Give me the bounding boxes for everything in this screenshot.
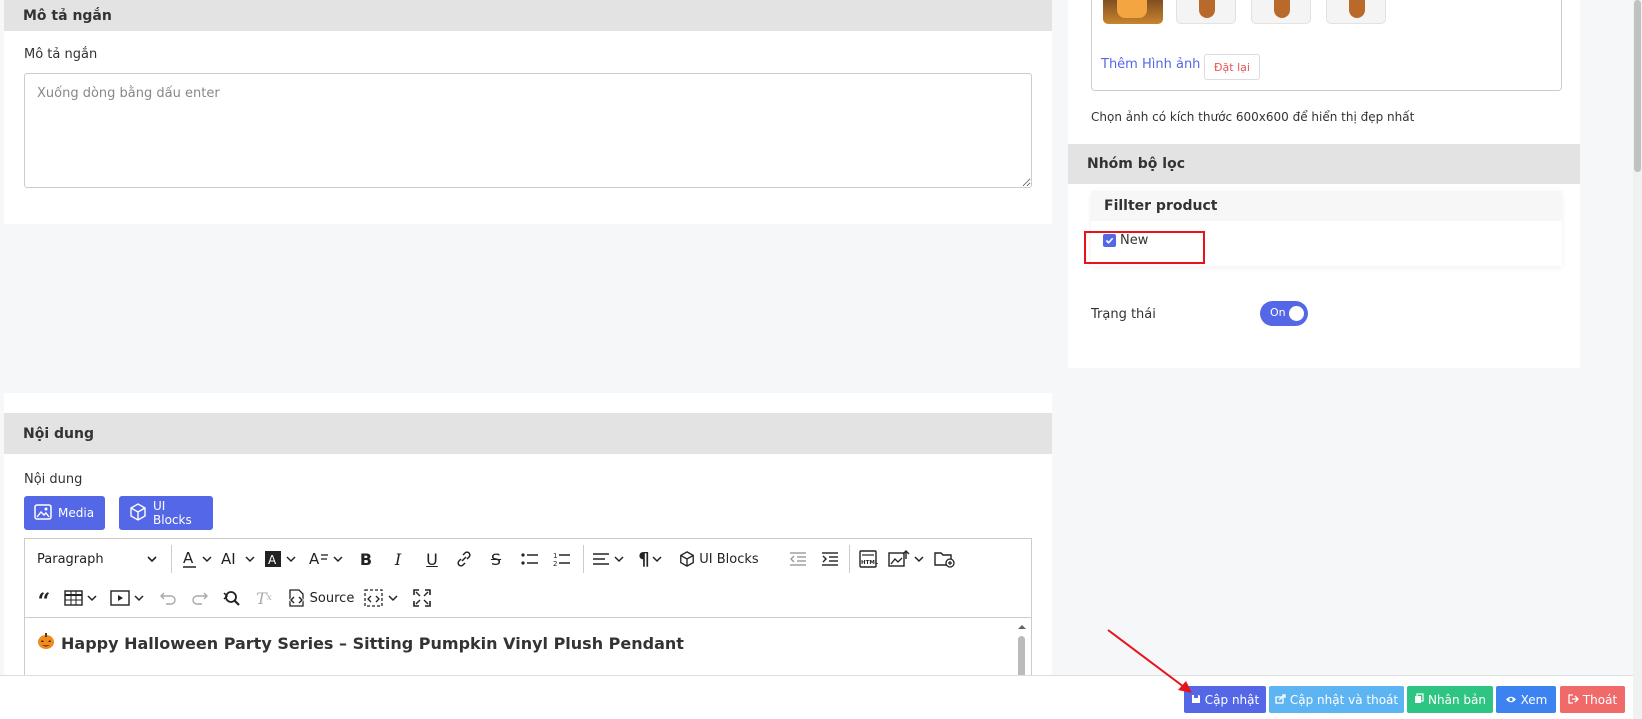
chevron-down-icon <box>147 554 157 564</box>
page-scrollbar[interactable] <box>1633 0 1642 719</box>
duplicate-button-label: Nhân bản <box>1428 692 1486 707</box>
content-header: Nội dung <box>4 413 1052 454</box>
redo-icon[interactable] <box>189 586 211 610</box>
content-card: Nội dung Nội dung Media UI Blocks Paragr… <box>4 393 1052 719</box>
content-label: Nội dung <box>24 472 83 487</box>
exit-button-label: Thoát <box>1582 692 1618 707</box>
ui-blocks-button[interactable]: UI Blocks <box>119 496 213 530</box>
source-code-icon <box>286 589 306 607</box>
find-replace-icon[interactable] <box>221 586 243 610</box>
source-label: Source <box>309 590 355 606</box>
paragraph-icon[interactable]: ¶ <box>631 547 671 571</box>
pumpkin-emoji-icon <box>37 632 55 654</box>
editor-heading: Happy Halloween Party Series – Sitting P… <box>37 632 684 654</box>
share-icon <box>1275 693 1286 707</box>
add-image-link[interactable]: Thêm Hình ảnh <box>1101 57 1200 72</box>
product-image-thumb[interactable] <box>1176 0 1236 24</box>
paragraph-format-select[interactable]: Paragraph <box>33 547 161 571</box>
status-toggle-knob <box>1289 306 1304 321</box>
duplicate-button[interactable]: Nhân bản <box>1407 686 1493 713</box>
product-image-thumb[interactable] <box>1251 0 1311 24</box>
undo-icon[interactable] <box>157 586 179 610</box>
update-button[interactable]: Cập nhật <box>1184 686 1266 713</box>
svg-text:AI: AI <box>221 550 236 568</box>
page-scrollbar-thumb[interactable] <box>1634 0 1641 172</box>
clear-formatting-icon[interactable]: Tx <box>253 586 275 610</box>
fullscreen-icon[interactable] <box>411 586 433 610</box>
view-button[interactable]: Xem <box>1496 686 1556 713</box>
editor-heading-text: Happy Halloween Party Series – Sitting P… <box>61 633 684 653</box>
short-description-header: Mô tả ngắn <box>4 0 1052 31</box>
font-size-icon[interactable]: AI <box>219 547 259 571</box>
link-icon[interactable] <box>453 547 475 571</box>
svg-text:A: A <box>309 550 320 568</box>
update-button-label: Cập nhật <box>1204 692 1260 707</box>
image-gallery: Thêm Hình ảnh Đặt lại <box>1091 0 1562 91</box>
exit-button[interactable]: Thoát <box>1560 686 1625 713</box>
indent-icon[interactable] <box>819 547 841 571</box>
underline-icon[interactable]: U <box>421 547 443 571</box>
svg-text:HTML: HTML <box>861 560 878 566</box>
action-bar: Cập nhật Cập nhật và thoát Nhân bản Xem … <box>0 675 1633 719</box>
svg-text:A: A <box>268 553 277 567</box>
font-color-icon[interactable]: A <box>179 547 217 571</box>
align-icon[interactable] <box>591 547 627 571</box>
view-button-label: Xem <box>1520 692 1548 707</box>
sign-out-icon <box>1568 693 1579 707</box>
eye-icon <box>1505 693 1517 707</box>
update-and-exit-button[interactable]: Cập nhật và thoát <box>1269 686 1404 713</box>
background-color-icon[interactable]: A <box>263 547 301 571</box>
bullet-list-icon[interactable] <box>519 547 541 571</box>
svg-text:2: 2 <box>553 560 557 567</box>
cube-icon <box>129 502 147 524</box>
save-icon <box>1191 693 1201 707</box>
update-and-exit-label: Cập nhật và thoát <box>1289 692 1399 707</box>
status-toggle-text: On <box>1270 306 1286 319</box>
sidebar-settings-card: Thêm Hình ảnh Đặt lại Chọn ảnh có kích t… <box>1068 0 1580 368</box>
font-family-icon[interactable]: A <box>307 547 347 571</box>
short-description-textarea[interactable] <box>24 73 1032 188</box>
svg-text:A: A <box>183 549 194 567</box>
media-embed-icon[interactable] <box>109 586 149 610</box>
media-button-label: Media <box>58 506 95 520</box>
ui-blocks-button-label: UI Blocks <box>153 499 192 527</box>
html-embed-icon[interactable]: HTML <box>857 547 879 571</box>
cube-icon <box>679 551 695 567</box>
product-image-thumb[interactable] <box>1326 0 1386 24</box>
status-label: Trạng thái <box>1091 307 1156 322</box>
blockquote-icon[interactable]: “ <box>33 586 55 615</box>
media-button[interactable]: Media <box>24 496 105 530</box>
outdent-icon[interactable] <box>787 547 809 571</box>
numbered-list-icon[interactable]: 12 <box>551 547 573 571</box>
short-description-label: Mô tả ngắn <box>24 47 98 62</box>
reset-images-button[interactable]: Đặt lại <box>1204 54 1260 80</box>
strikethrough-icon[interactable]: S <box>485 547 507 571</box>
file-manager-icon[interactable] <box>933 547 957 571</box>
show-blocks-icon[interactable] <box>363 586 403 610</box>
editor-toolbar-row-1: Paragraph A AI A A B I U S 12 ¶ UI Block… <box>25 539 1031 578</box>
editor-toolbar-row-2: “ Tx Source <box>25 578 1031 617</box>
italic-icon[interactable]: I <box>387 547 409 571</box>
annotation-highlight-box <box>1084 231 1205 264</box>
image-icon <box>34 503 52 524</box>
ui-blocks-toolbar-button[interactable]: UI Blocks <box>679 547 759 571</box>
filter-group-title: Fillter product <box>1091 191 1562 221</box>
svg-text:1: 1 <box>553 552 557 560</box>
bold-icon[interactable]: B <box>355 547 377 571</box>
table-icon[interactable] <box>63 586 101 610</box>
paragraph-format-label: Paragraph <box>37 551 104 567</box>
filter-group-header: Nhóm bộ lọc <box>1068 144 1580 184</box>
insert-image-icon[interactable] <box>887 547 927 571</box>
status-toggle[interactable]: On <box>1260 301 1308 326</box>
short-description-card: Mô tả ngắn Mô tả ngắn <box>4 0 1052 224</box>
copy-icon <box>1414 692 1424 707</box>
image-size-hint: Chọn ảnh có kích thước 600x600 để hiển t… <box>1091 110 1415 124</box>
product-image-thumb[interactable] <box>1103 0 1163 24</box>
source-button[interactable]: Source <box>286 586 355 610</box>
ui-blocks-toolbar-label: UI Blocks <box>699 551 759 567</box>
